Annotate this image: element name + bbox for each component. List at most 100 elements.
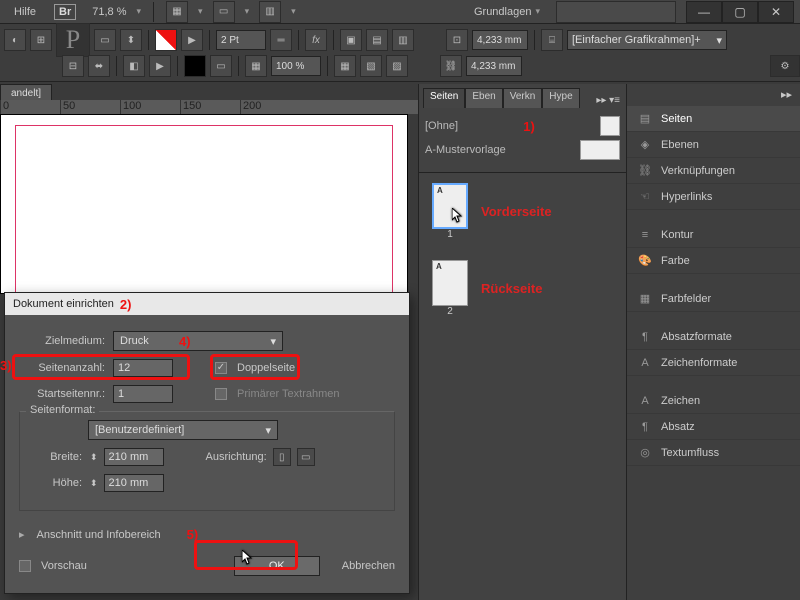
panel-toggle-icon[interactable]: ⚙: [770, 55, 800, 77]
preview-checkbox[interactable]: [19, 560, 31, 572]
stroke-weight[interactable]: 2 Pt: [216, 30, 266, 50]
stroke-style-icon[interactable]: ═: [270, 29, 292, 51]
width-input[interactable]: [104, 448, 164, 466]
page-2-thumb[interactable]: A: [432, 260, 468, 306]
tab-verknuepfungen[interactable]: Verkn: [503, 88, 543, 108]
link-constrain-icon[interactable]: ⛓: [440, 55, 462, 77]
tool-icon[interactable]: ▭: [210, 55, 232, 77]
panel-zeichenformate[interactable]: AZeichenformate: [627, 350, 800, 376]
preview-label: Vorschau: [41, 560, 87, 572]
chevron-down-icon: ▾: [535, 6, 540, 17]
screen-mode-icon[interactable]: ▭: [213, 1, 235, 23]
tool-icon[interactable]: ⊟: [62, 55, 84, 77]
panel-farbfelder[interactable]: ▦Farbfelder: [627, 286, 800, 312]
tool-icon[interactable]: ◐: [4, 29, 26, 51]
zoom-chevron-icon[interactable]: ▾: [137, 6, 142, 17]
play-icon[interactable]: ▶: [181, 29, 203, 51]
annotation-1: 1): [523, 119, 535, 134]
document-canvas[interactable]: [0, 114, 408, 294]
panel-hyperlinks[interactable]: ☜Hyperlinks: [627, 184, 800, 210]
height-input[interactable]: [104, 474, 164, 492]
panel-textumfluss[interactable]: ◎Textumfluss: [627, 440, 800, 466]
hyperlink-icon: ☜: [637, 189, 653, 205]
orientation-landscape-icon[interactable]: ▭: [297, 448, 315, 466]
tab-seiten[interactable]: Seiten: [423, 88, 465, 108]
tool-icon[interactable]: ▶: [149, 55, 171, 77]
dialog-titlebar[interactable]: Dokument einrichten 2): [5, 293, 409, 315]
fill-stroke-swatch[interactable]: [155, 29, 177, 51]
crop-icon[interactable]: ⊡: [446, 29, 468, 51]
para-styles-icon: ¶: [637, 329, 653, 345]
workspace-switcher[interactable]: Grundlagen ▾: [468, 4, 546, 20]
tool-icon[interactable]: ⬌: [88, 55, 110, 77]
char-preview: P: [56, 23, 90, 57]
bridge-button[interactable]: Br: [54, 4, 76, 20]
object-style-dropdown[interactable]: [Einfacher Grafikrahmen]+▾: [567, 30, 727, 50]
pages-icon: ▤: [637, 111, 653, 127]
fx-icon[interactable]: fx: [305, 29, 327, 51]
collapse-icon[interactable]: ▸▸ ▾≡: [590, 93, 626, 108]
front-label: Vorderseite: [481, 204, 552, 219]
height-label: Höhe:: [30, 477, 84, 489]
orientation-portrait-icon[interactable]: ▯: [273, 448, 291, 466]
maximize-button[interactable]: ▢: [722, 1, 758, 23]
wrap-icon[interactable]: ▧: [360, 55, 382, 77]
document-setup-dialog: Dokument einrichten 2) Zielmedium: Druck…: [4, 292, 410, 594]
page-size-dropdown[interactable]: [Benutzerdefiniert]▾: [88, 420, 278, 440]
tool-icon[interactable]: ⊞: [30, 29, 52, 51]
collapse-icon[interactable]: ▸▸: [781, 89, 792, 101]
tab-ebenen[interactable]: Eben: [465, 88, 502, 108]
minimize-button[interactable]: —: [686, 1, 722, 23]
tool-icon[interactable]: ◧: [123, 55, 145, 77]
cancel-button[interactable]: Abbrechen: [342, 560, 395, 572]
close-button[interactable]: ✕: [758, 1, 794, 23]
stroke-icon: ≡: [637, 227, 653, 243]
links-icon: ⛓: [637, 163, 653, 179]
panel-absatzformate[interactable]: ¶Absatzformate: [627, 324, 800, 350]
wrap-icon[interactable]: ▥: [392, 29, 414, 51]
pagecount-input[interactable]: [113, 359, 173, 377]
swatch[interactable]: [184, 55, 206, 77]
wrap-icon[interactable]: ▦: [334, 55, 356, 77]
opacity-icon[interactable]: ▦: [245, 55, 267, 77]
facing-pages-checkbox[interactable]: ✓: [215, 362, 227, 374]
page-size-group: Seitenformat: [Benutzerdefiniert]▾ Breit…: [19, 411, 395, 511]
intent-dropdown[interactable]: Druck▾: [113, 331, 283, 351]
master-a[interactable]: A-Mustervorlage: [425, 144, 506, 156]
page-2-number: 2: [447, 306, 453, 317]
tool-icon[interactable]: ⬍: [120, 29, 142, 51]
panel-verknuepfungen[interactable]: ⛓Verknüpfungen: [627, 158, 800, 184]
paragraph-icon: ¶: [637, 419, 653, 435]
link-icon[interactable]: ⌸: [541, 29, 563, 51]
page-1-number: 1: [447, 229, 453, 240]
orientation-label: Ausrichtung:: [206, 451, 267, 463]
startpage-input[interactable]: [113, 385, 173, 403]
panel-seiten[interactable]: ▤Seiten: [627, 106, 800, 132]
panel-ebenen[interactable]: ◈Ebenen: [627, 132, 800, 158]
wrap-icon[interactable]: ▤: [366, 29, 388, 51]
zoom-value[interactable]: 71,8 %: [92, 6, 126, 18]
panel-farbe[interactable]: 🎨Farbe: [627, 248, 800, 274]
tool-icon[interactable]: ▭: [94, 29, 116, 51]
arrange-icon[interactable]: ▥: [259, 1, 281, 23]
object-style-value: [Einfacher Grafikrahmen]+: [572, 34, 701, 46]
panel-zeichen[interactable]: AZeichen: [627, 388, 800, 414]
swatches-icon: ▦: [637, 291, 653, 307]
primary-textframe-label: Primärer Textrahmen: [237, 388, 340, 400]
search-field[interactable]: [556, 1, 676, 23]
master-none[interactable]: [Ohne]: [425, 120, 458, 132]
measure-field-2[interactable]: 4,233 mm: [466, 56, 522, 76]
wrap-icon[interactable]: ▨: [386, 55, 408, 77]
master-none-thumb[interactable]: [600, 116, 620, 136]
tab-hyperlinks[interactable]: Hype: [542, 88, 579, 108]
view-options-icon[interactable]: ▦: [166, 1, 188, 23]
help-menu[interactable]: Hilfe: [6, 4, 44, 20]
wrap-icon[interactable]: ▣: [340, 29, 362, 51]
disclosure-icon[interactable]: ▸: [19, 528, 25, 541]
bleed-section-label[interactable]: Anschnitt und Infobereich: [37, 529, 161, 541]
measure-field[interactable]: 4,233 mm: [472, 30, 528, 50]
panel-kontur[interactable]: ≡Kontur: [627, 222, 800, 248]
master-a-thumb[interactable]: [580, 140, 620, 160]
opacity-field[interactable]: 100 %: [271, 56, 321, 76]
panel-absatz[interactable]: ¶Absatz: [627, 414, 800, 440]
